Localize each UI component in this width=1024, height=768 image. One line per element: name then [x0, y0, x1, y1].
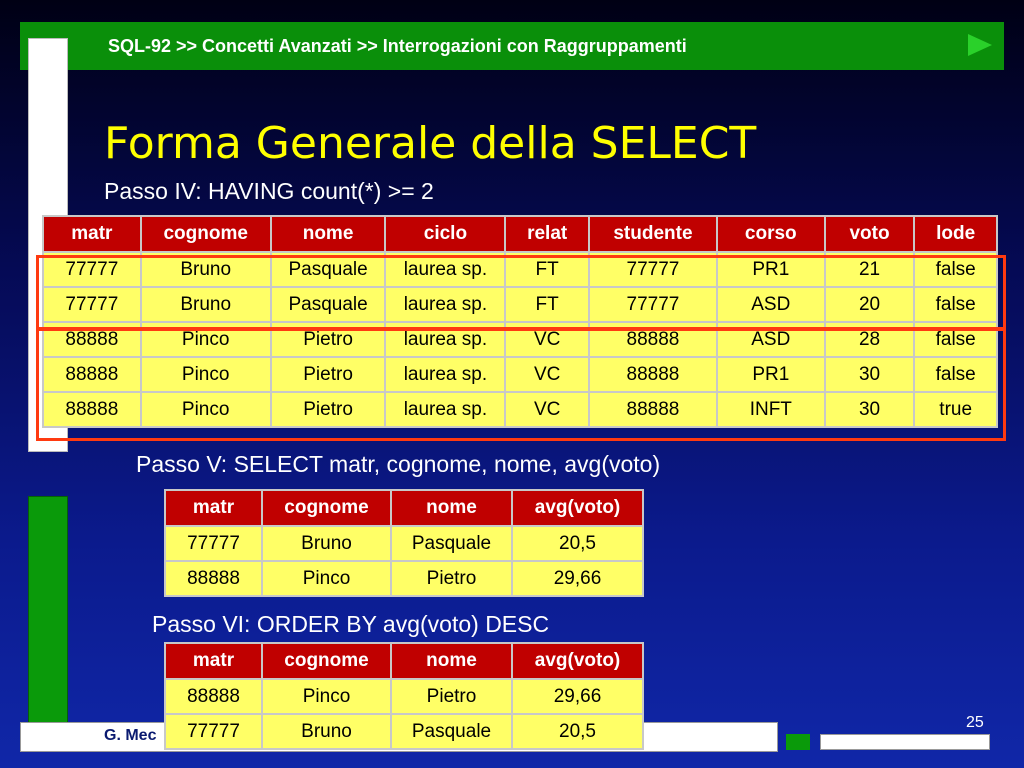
table-cell: 77777 — [164, 713, 263, 750]
column-header: nome — [269, 215, 387, 253]
table-cell: 88888 — [164, 678, 263, 715]
column-header: relat — [504, 215, 590, 253]
column-header: corso — [715, 215, 826, 253]
column-header: avg(voto) — [511, 642, 644, 680]
group-highlight-box — [36, 328, 1006, 441]
column-header: avg(voto) — [511, 489, 644, 527]
table-cell: Pasquale — [390, 525, 513, 562]
table-cell: Bruno — [261, 525, 392, 562]
table-cell: 77777 — [164, 525, 263, 562]
table-cell: 29,66 — [511, 678, 644, 715]
column-header: matr — [42, 215, 142, 253]
table-cell: 88888 — [164, 560, 263, 597]
table-row: 88888 Pinco Pietro 29,66 — [164, 678, 644, 715]
column-header: nome — [390, 642, 513, 680]
table-cell: 20,5 — [511, 713, 644, 750]
column-header: cognome — [261, 489, 392, 527]
group-highlight-box — [36, 255, 1006, 330]
table-header-row: matr cognome nome avg(voto) — [164, 642, 644, 680]
table-row: 77777 Bruno Pasquale 20,5 — [164, 525, 644, 562]
next-arrow-icon[interactable] — [968, 34, 992, 56]
column-header: cognome — [139, 215, 272, 253]
step-5-label: Passo V: SELECT matr, cognome, nome, avg… — [136, 451, 661, 477]
step-6-table: matr cognome nome avg(voto) 88888 Pinco … — [164, 642, 644, 750]
column-header: nome — [390, 489, 513, 527]
table-header-row: matr cognome nome ciclo relat studente c… — [42, 215, 998, 253]
left-decor-bar-green — [28, 496, 68, 736]
table-cell: Bruno — [261, 713, 392, 750]
table-cell: Pasquale — [390, 713, 513, 750]
table-row: 77777 Bruno Pasquale 20,5 — [164, 713, 644, 750]
table-cell: Pinco — [261, 678, 392, 715]
page-number: 25 — [966, 714, 984, 731]
breadcrumb: SQL-92 >> Concetti Avanzati >> Interroga… — [108, 36, 687, 56]
step-4-label: Passo IV: HAVING count(*) >= 2 — [104, 178, 434, 204]
column-header: voto — [823, 215, 916, 253]
column-header: ciclo — [384, 215, 507, 253]
slide-title: Forma Generale della SELECT — [104, 118, 757, 169]
column-header: lode — [913, 215, 998, 253]
footer-bar-right — [820, 734, 990, 750]
table-cell: Pietro — [390, 560, 513, 597]
table-cell: 29,66 — [511, 560, 644, 597]
table-cell: Pinco — [261, 560, 392, 597]
column-header: matr — [164, 642, 263, 680]
column-header: matr — [164, 489, 263, 527]
step-5-table: matr cognome nome avg(voto) 77777 Bruno … — [164, 489, 644, 597]
table-row: 88888 Pinco Pietro 29,66 — [164, 560, 644, 597]
column-header: studente — [587, 215, 718, 253]
footer-nav-square — [786, 734, 810, 750]
table-header-row: matr cognome nome avg(voto) — [164, 489, 644, 527]
table-cell: Pietro — [390, 678, 513, 715]
table-cell: 20,5 — [511, 525, 644, 562]
step-6-label: Passo VI: ORDER BY avg(voto) DESC — [152, 611, 550, 637]
footer-author: G. Mec — [104, 727, 157, 744]
column-header: cognome — [261, 642, 392, 680]
